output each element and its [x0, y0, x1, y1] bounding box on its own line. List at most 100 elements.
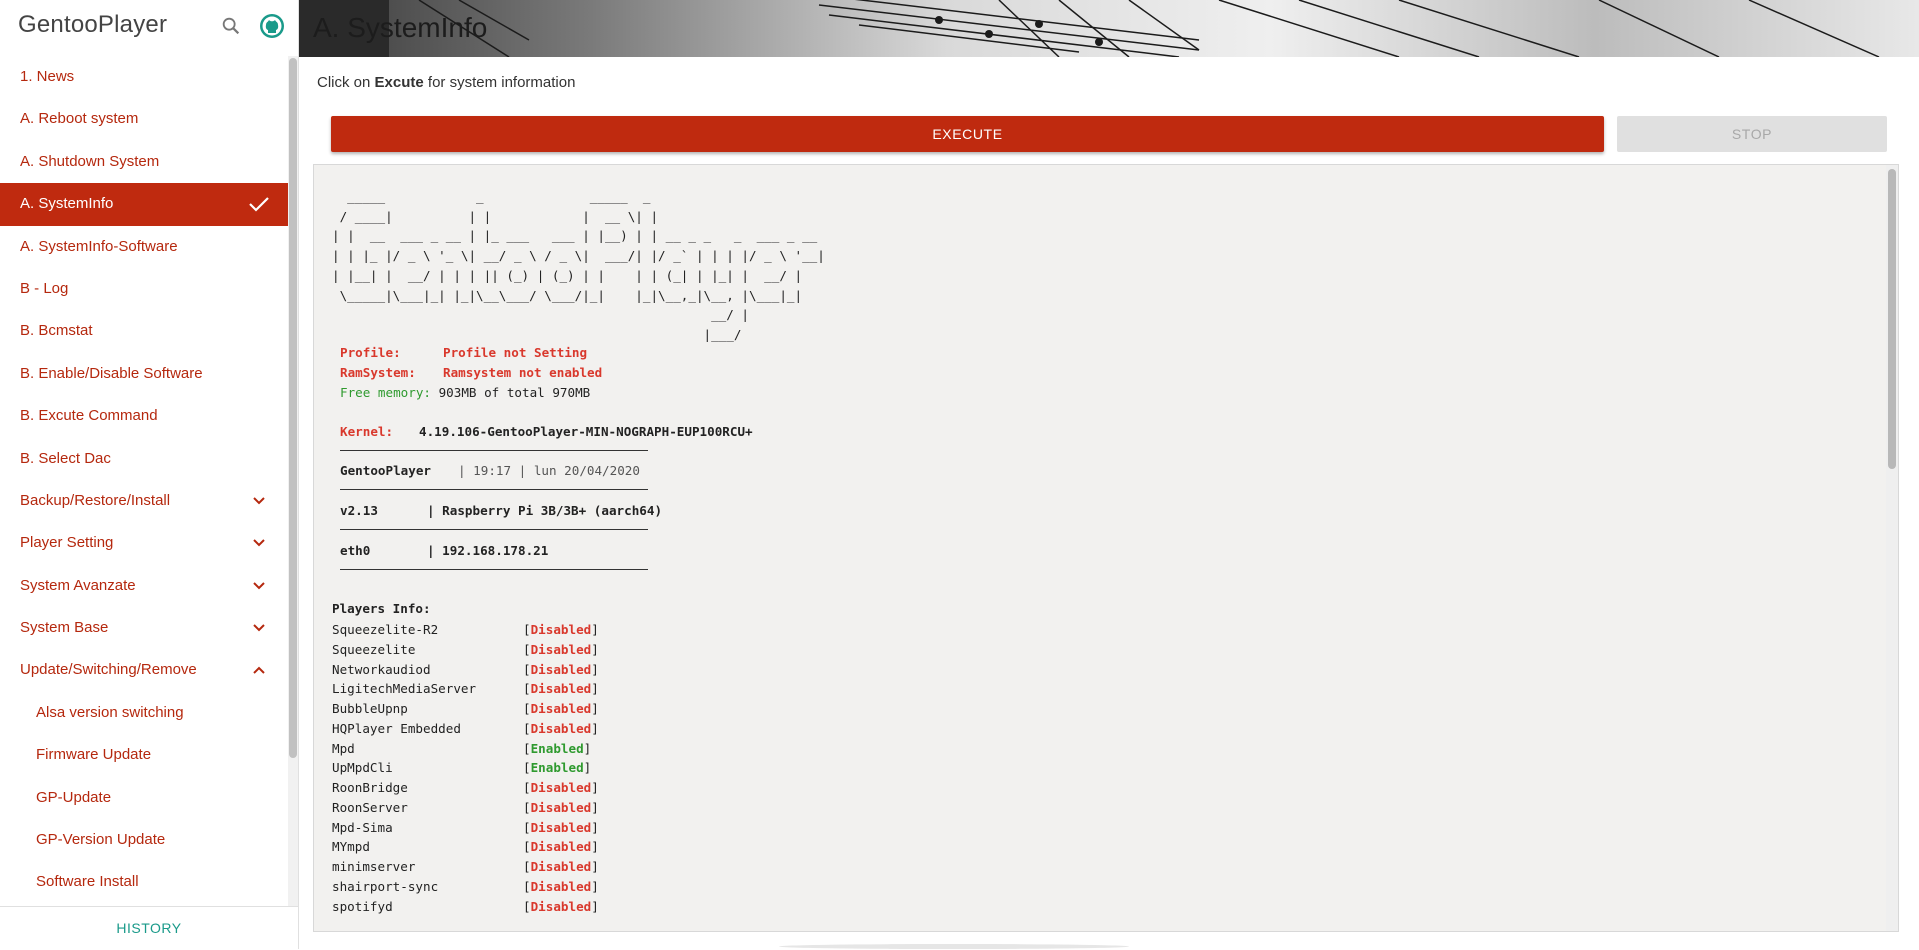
sidebar-item-label: Firmware Update: [36, 746, 152, 764]
player-name: minimserver: [332, 859, 416, 874]
player-row: RoonServer [Disabled]: [332, 798, 599, 818]
player-status-badge: Disabled: [530, 681, 592, 697]
sidebar: GentooPlayer 1. News A. Reboot system A. S…: [0, 0, 299, 949]
search-icon[interactable]: [220, 15, 242, 37]
free-memory-line: Free memory: 903MB of total 970MB: [340, 385, 591, 400]
sidebar-item[interactable]: A. SystemInfo-Software: [0, 226, 288, 268]
player-status-badge: Disabled: [530, 819, 592, 835]
players-title: Players Info:: [332, 601, 431, 616]
sidebar-item[interactable]: Software Install: [0, 861, 288, 903]
sidebar-item-label: B - Log: [20, 279, 69, 297]
chevron-up-icon[interactable]: [252, 664, 266, 676]
player-row: UpMpdCli [Enabled]: [332, 758, 599, 778]
sidebar-item-label: A. Shutdown System: [20, 152, 160, 170]
player-name: Networkaudiod: [332, 661, 431, 677]
player-name: BubbleUpnp: [332, 701, 408, 716]
sidebar-item[interactable]: Player Setting: [0, 522, 288, 564]
sidebar-item[interactable]: B - Log: [0, 268, 288, 310]
sidebar-item-label: B. Bcmstat: [20, 322, 93, 340]
player-status-badge: Disabled: [530, 641, 592, 657]
player-row: spotifyd [Disabled]: [332, 897, 599, 917]
sidebar-item-label: Update/Switching/Remove: [20, 661, 197, 679]
sidebar-item[interactable]: Update/Switching/Remove: [0, 649, 288, 691]
sidebar-item-label: A. SystemInfo-Software: [20, 237, 178, 255]
sidebar-nav: 1. News A. Reboot system A. Shutdown Syste…: [0, 56, 288, 906]
player-row: Squeezelite [Disabled]: [332, 640, 599, 660]
sidebar-item[interactable]: Firmware Update: [0, 734, 288, 776]
player-row: Mpd-Sima [Disabled]: [332, 818, 599, 838]
sidebar-item-label: A. Reboot system: [20, 110, 139, 128]
ramsystem-line: RamSystem: Ramsystem not enabled: [340, 365, 603, 380]
separator: [340, 450, 648, 451]
sidebar-item[interactable]: System Avanzate: [0, 565, 288, 607]
chevron-down-icon[interactable]: [252, 622, 266, 634]
sidebar-item[interactable]: Alsa version switching: [0, 692, 288, 734]
profile-line: Profile: Profile not Setting: [340, 345, 588, 360]
player-status-badge: Disabled: [530, 859, 592, 874]
bottom-shadow: [779, 944, 1129, 949]
console-scrollbar-thumb[interactable]: [1888, 169, 1896, 469]
sidebar-item[interactable]: A. Shutdown System: [0, 141, 288, 183]
main-content: A. SystemInfo Click on Excute for system…: [299, 0, 1919, 949]
sidebar-item[interactable]: B. Select Dac: [0, 438, 288, 480]
player-row: Squeezelite-R2 [Disabled]: [332, 620, 599, 640]
execute-button[interactable]: EXECUTE: [331, 116, 1604, 152]
player-name: Mpd: [332, 740, 355, 756]
player-row: minimserver [Disabled]: [332, 857, 599, 877]
network-line: eth0 | 192.168.178.21: [340, 543, 549, 558]
separator: [340, 489, 648, 490]
player-name: shairport-sync: [332, 878, 439, 894]
player-row: MYmpd [Disabled]: [332, 837, 599, 857]
sidebar-item-label: A. SystemInfo: [20, 195, 114, 213]
player-name: Mpd-Sima: [332, 819, 393, 835]
player-status-badge: Disabled: [530, 898, 592, 914]
sidebar-item[interactable]: System Base: [0, 607, 288, 649]
sidebar-scrollbar-thumb[interactable]: [289, 58, 297, 758]
sidebar-item-label: Software Install: [36, 873, 139, 891]
player-name: HQPlayer Embedded: [332, 720, 461, 736]
player-row: RoonBridge [Disabled]: [332, 778, 599, 798]
brand-bar: GentooPlayer: [0, 0, 298, 52]
separator: [340, 529, 648, 530]
player-row: Mpd [Enabled]: [332, 739, 599, 759]
sheet-music-image: [299, 0, 1880, 57]
player-row: Networkaudiod [Disabled]: [332, 660, 599, 680]
player-name: RoonBridge: [332, 780, 408, 795]
header-banner: A. SystemInfo: [299, 0, 1919, 57]
sidebar-item[interactable]: A. Reboot system: [0, 98, 288, 140]
separator: [340, 569, 648, 570]
history-button[interactable]: HISTORY: [0, 906, 298, 950]
sidebar-item[interactable]: 1. News: [0, 56, 288, 98]
sidebar-item[interactable]: B. Excute Command: [0, 395, 288, 437]
player-status-badge: Disabled: [530, 701, 592, 716]
player-status-badge: Disabled: [530, 720, 592, 736]
sidebar-item-label: 1. News: [20, 68, 75, 85]
chevron-down-icon[interactable]: [252, 495, 266, 507]
sidebar-item-label: GP-Version Update: [36, 831, 166, 849]
player-status-badge: Disabled: [530, 878, 592, 894]
sidebar-item[interactable]: B. Bcmstat: [0, 310, 288, 352]
players-list: Squeezelite-R2 [Disabled] Squeezelite [Disa…: [332, 620, 599, 916]
player-row: HQPlayer Embedded [Disabled]: [332, 719, 599, 739]
player-name: Squeezelite-R2: [332, 622, 439, 637]
player-name: UpMpdCli: [332, 760, 393, 776]
sidebar-item-label: Backup/Restore/Install: [20, 491, 171, 509]
check-icon: [249, 197, 269, 212]
chevron-down-icon[interactable]: [252, 537, 266, 549]
sidebar-item[interactable]: GP-Version Update: [0, 819, 288, 861]
player-status-badge: Disabled: [530, 780, 592, 795]
sidebar-item-label: System Avanzate: [20, 576, 136, 594]
sidebar-item[interactable]: A. SystemInfo: [0, 183, 288, 226]
sidebar-item[interactable]: B. Enable/Disable Software: [0, 353, 288, 395]
stop-button[interactable]: STOP: [1617, 116, 1887, 152]
sidebar-item[interactable]: GP-Update: [0, 777, 288, 819]
player-name: LigitechMediaServer: [332, 681, 477, 697]
sidebar-item-label: GP-Update: [36, 788, 112, 806]
player-status-badge: Enabled: [530, 760, 584, 776]
player-name: spotifyd: [332, 898, 393, 914]
sidebar-item[interactable]: Backup/Restore/Install: [0, 480, 288, 522]
player-status-badge: Disabled: [530, 799, 592, 815]
host-line: GentooPlayer | 19:17 | lun 20/04/2020: [340, 463, 640, 478]
chevron-down-icon[interactable]: [252, 580, 266, 592]
github-icon[interactable]: [259, 13, 285, 39]
